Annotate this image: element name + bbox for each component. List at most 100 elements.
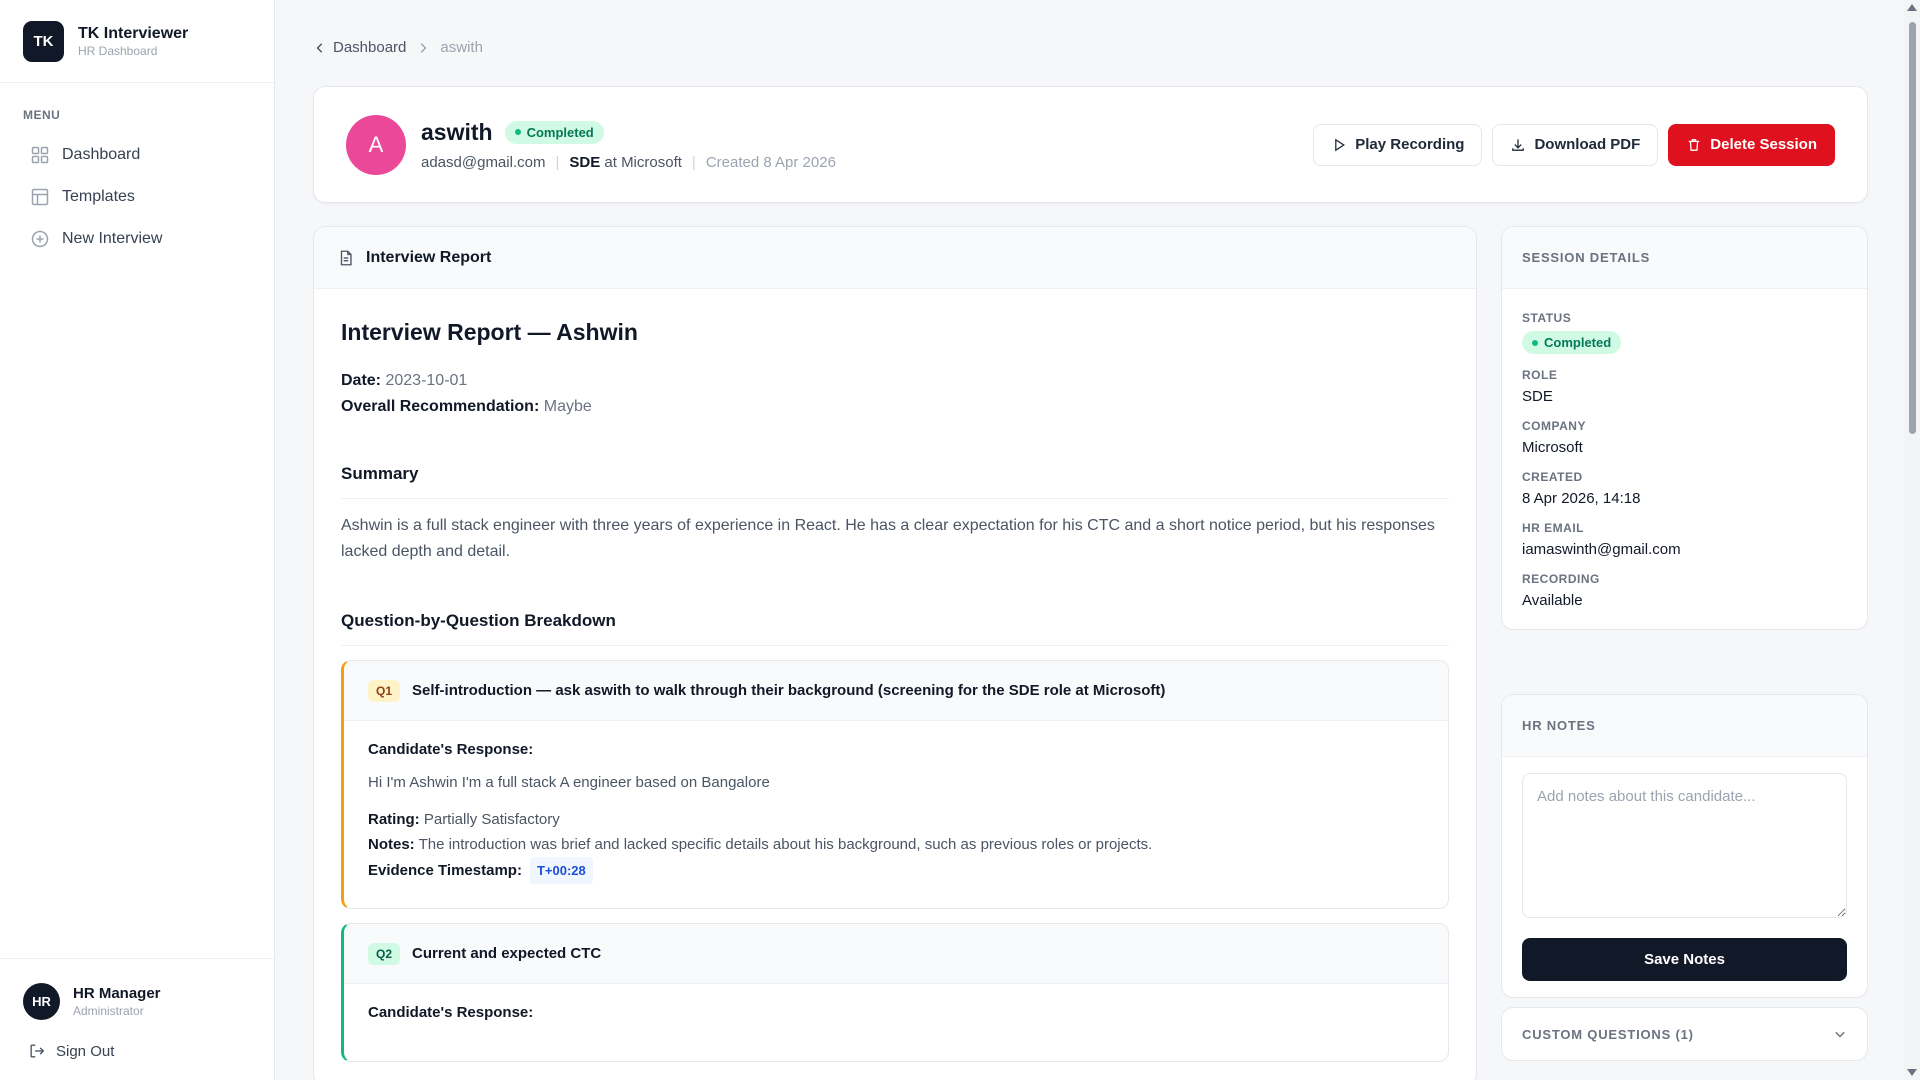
document-icon	[340, 250, 352, 265]
timestamp-label: Evidence Timestamp:	[368, 862, 522, 879]
breadcrumb: Dashboard aswith	[313, 0, 1900, 95]
status-badge-label: Completed	[526, 124, 594, 140]
report-date: Date: 2023-10-01	[341, 368, 1449, 394]
save-notes-button[interactable]: Save Notes	[1522, 938, 1847, 981]
main-content: Dashboard aswith A aswith Completed adas…	[275, 0, 1900, 1080]
session-details-panel: SESSION DETAILS STATUS Completed ROLE SD…	[1501, 226, 1868, 630]
report-recommendation-label: Overall Recommendation:	[341, 398, 540, 415]
candidate-company: Microsoft	[621, 153, 682, 171]
recording-label: RECORDING	[1522, 572, 1600, 586]
sign-out-button[interactable]: Sign Out	[28, 1042, 252, 1060]
summary-title: Summary	[341, 464, 1449, 499]
created-value: 8 Apr 2026, 14:18	[1522, 490, 1641, 507]
user-role: Administrator	[73, 1004, 144, 1018]
evidence-timestamp-link[interactable]: T+00:28	[529, 857, 593, 884]
report-header-label: Interview Report	[366, 248, 492, 266]
hr-notes-header: HR NOTES	[1502, 695, 1867, 757]
sidebar-item-templates[interactable]: Templates	[0, 176, 274, 218]
user-profile: HR HR Manager Administrator	[23, 983, 252, 1020]
report-date-value: 2023-10-01	[385, 372, 468, 389]
candidate-email: adasd@gmail.com	[421, 153, 546, 171]
download-pdf-label: Download PDF	[1534, 136, 1641, 153]
report-title: Interview Report — Ashwin	[341, 319, 638, 345]
question-card: Q2 Current and expected CTC Candidate's …	[341, 923, 1449, 1062]
sidebar-item-label: Dashboard	[62, 146, 141, 163]
sidebar-footer: HR HR Manager Administrator Sign Out	[0, 958, 275, 1080]
candidate-role-company: SDE at Microsoft	[569, 154, 682, 171]
session-details-header: SESSION DETAILS	[1502, 227, 1867, 289]
notes-line: Notes: The introduction was brief and la…	[368, 832, 1424, 857]
custom-questions-panel: CUSTOM QUESTIONS (1)	[1501, 1007, 1868, 1061]
brand-logo: TK	[23, 20, 64, 62]
play-icon	[1335, 138, 1346, 151]
notes-label: Notes:	[368, 836, 415, 853]
question-tag: Q2	[368, 942, 401, 965]
grid-icon	[31, 146, 49, 164]
scroll-up-arrow[interactable]	[1907, 4, 1917, 11]
rating-label: Rating:	[368, 811, 420, 828]
question-title: Self-introduction — ask aswith to walk t…	[412, 682, 1166, 699]
scroll-down-arrow[interactable]	[1907, 1069, 1917, 1076]
meta-separator: |	[555, 153, 560, 171]
question-tag: Q1	[368, 679, 401, 702]
custom-questions-label: CUSTOM QUESTIONS (1)	[1522, 1026, 1694, 1042]
hr-email-label: HR EMAIL	[1522, 521, 1584, 535]
sidebar-item-new-interview[interactable]: New Interview	[0, 218, 274, 260]
plus-circle-icon	[31, 230, 49, 248]
role-label: ROLE	[1522, 368, 1558, 382]
candidate-header-card: A aswith Completed adasd@gmail.com | SDE…	[313, 86, 1868, 203]
breadcrumb-dashboard-link[interactable]: Dashboard	[313, 39, 406, 56]
brand-title: TK Interviewer	[78, 24, 189, 42]
sidebar: TK TK Interviewer HR Dashboard MENU Dash…	[0, 0, 275, 1080]
report-recommendation-value: Maybe	[543, 398, 592, 415]
avatar: HR	[23, 983, 60, 1020]
page-scrollbar[interactable]	[1904, 0, 1920, 1080]
hr-notes-panel: HR NOTES Save Notes	[1501, 694, 1868, 998]
menu-label: MENU	[23, 108, 61, 122]
question-card: Q1 Self-introduction — ask aswith to wal…	[341, 660, 1449, 909]
sidebar-item-dashboard[interactable]: Dashboard	[0, 134, 274, 176]
layout-icon	[31, 188, 49, 206]
breakdown-title: Question-by-Question Breakdown	[341, 611, 1449, 646]
role-value: SDE	[1522, 388, 1553, 405]
company-value: Microsoft	[1522, 439, 1583, 456]
candidate-role: SDE	[569, 153, 601, 171]
chevron-right-icon	[421, 42, 427, 53]
sidebar-item-label: Templates	[62, 188, 135, 205]
download-pdf-button[interactable]: Download PDF	[1492, 123, 1659, 166]
brand-subtitle: HR Dashboard	[78, 43, 158, 58]
custom-questions-toggle[interactable]: CUSTOM QUESTIONS (1)	[1502, 1008, 1867, 1060]
sign-out-label: Sign Out	[56, 1042, 115, 1060]
question-title: Current and expected CTC	[412, 945, 602, 962]
candidate-meta: adasd@gmail.com | SDE at Microsoft | Cre…	[421, 154, 836, 171]
hr-email-value: iamaswinth@gmail.com	[1522, 541, 1681, 558]
rating-line: Rating: Partially Satisfactory	[368, 807, 1424, 832]
recording-value: Available	[1522, 592, 1583, 609]
user-name: HR Manager	[73, 985, 161, 1002]
rating-value: Partially Satisfactory	[423, 811, 560, 828]
status-badge-label: Completed	[1544, 335, 1612, 350]
interview-report-card: Interview Report Interview Report — Ashw…	[313, 226, 1477, 1080]
sign-out-icon	[30, 1044, 45, 1058]
chevron-down-icon	[1835, 1031, 1845, 1038]
hr-notes-textarea[interactable]	[1522, 773, 1847, 918]
meta-separator: |	[691, 153, 696, 171]
breadcrumb-parent-label: Dashboard	[333, 39, 407, 56]
report-recommendation: Overall Recommendation: Maybe	[341, 394, 1449, 420]
trash-icon	[1689, 138, 1700, 151]
download-icon	[1512, 138, 1525, 151]
play-recording-label: Play Recording	[1355, 136, 1465, 153]
company-label: COMPANY	[1522, 419, 1586, 433]
response-label: Candidate's Response:	[368, 741, 534, 758]
question-header: Q1 Self-introduction — ask aswith to wal…	[344, 661, 1448, 721]
play-recording-button[interactable]: Play Recording	[1313, 123, 1483, 166]
status-dot	[514, 129, 521, 135]
created-label: CREATED	[1522, 470, 1583, 484]
delete-session-button[interactable]: Delete Session	[1668, 123, 1835, 166]
scroll-thumb[interactable]	[1909, 22, 1916, 434]
status-badge: Completed	[504, 120, 604, 144]
status-dot	[1532, 339, 1538, 346]
status-label: STATUS	[1522, 311, 1572, 325]
candidate-created: Created 8 Apr 2026	[705, 153, 836, 171]
status-value: Completed	[1522, 331, 1847, 354]
